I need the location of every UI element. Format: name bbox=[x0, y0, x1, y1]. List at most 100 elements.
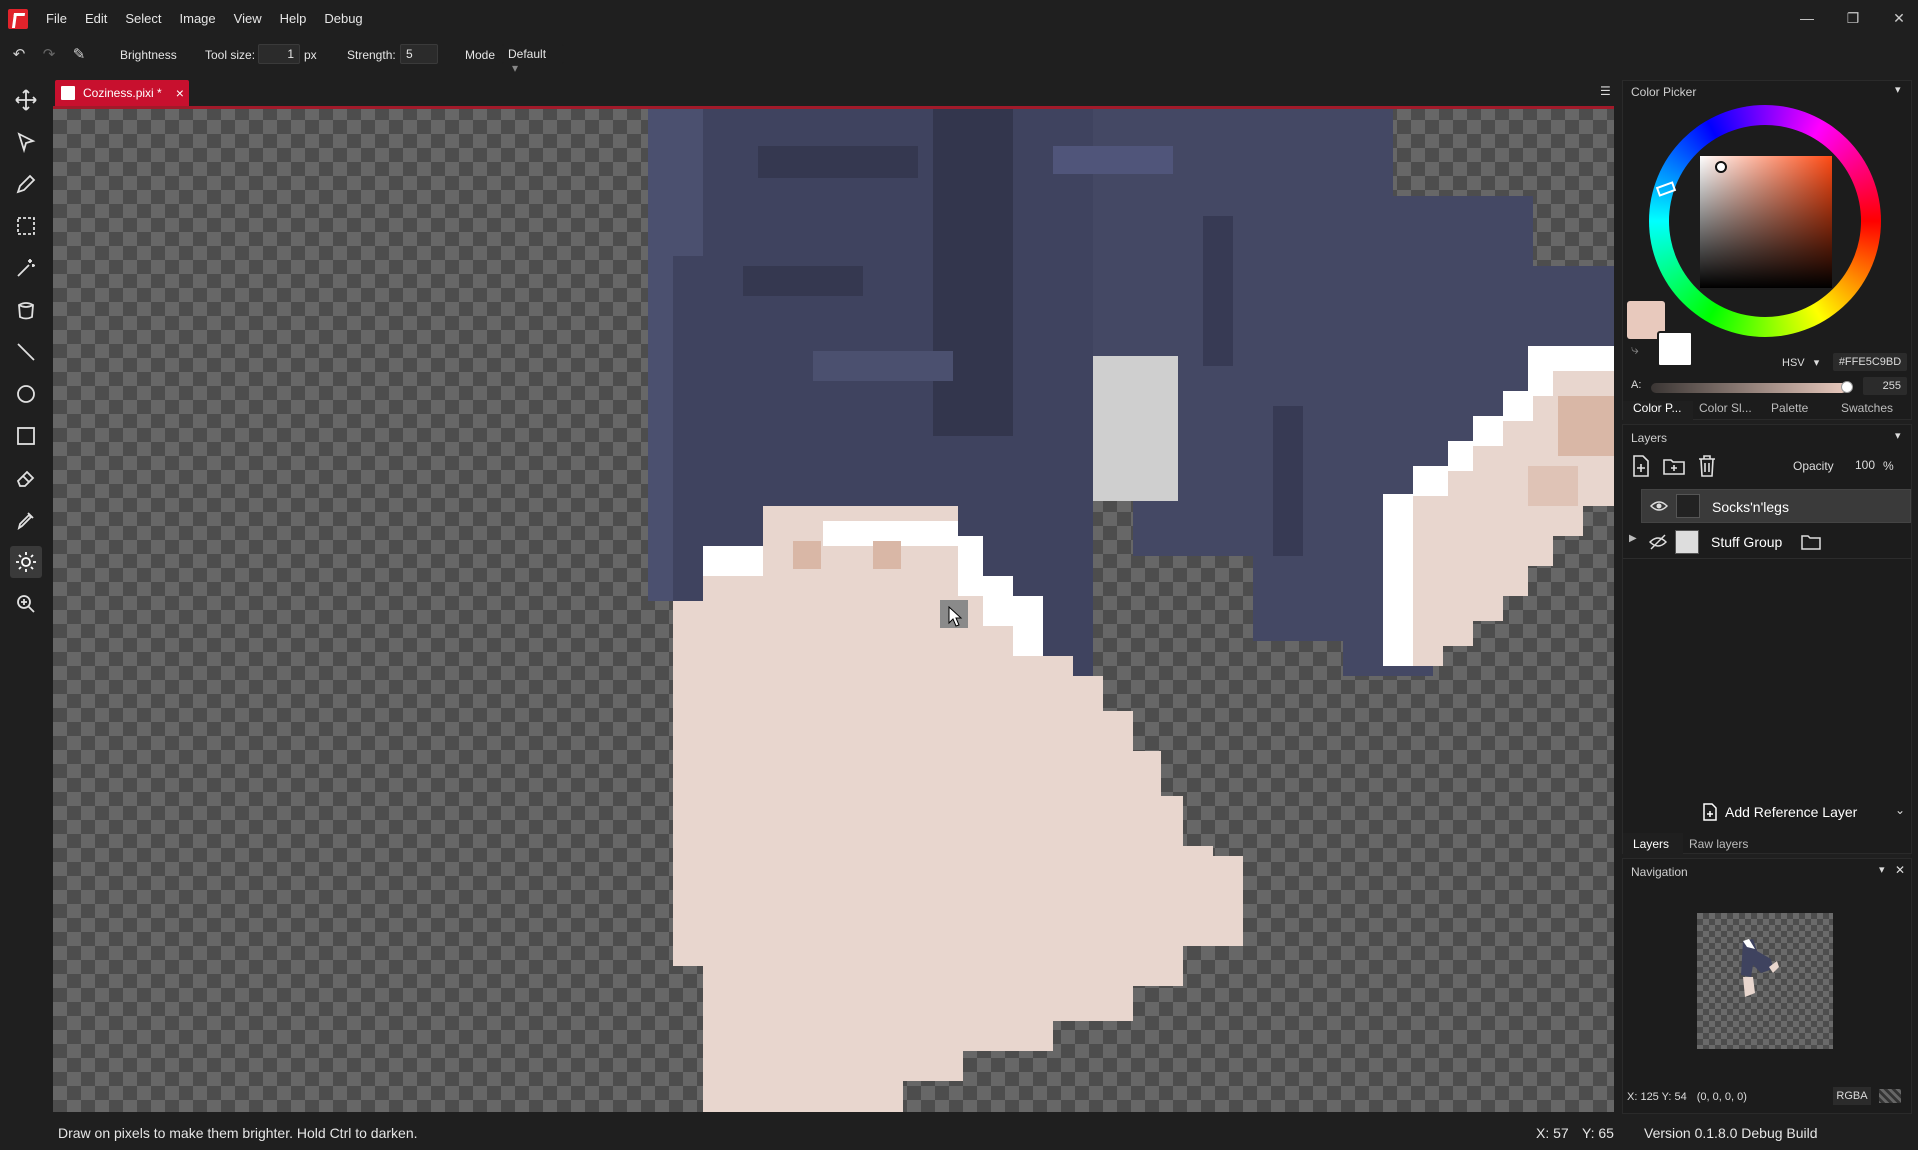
select-arrow-icon bbox=[17, 132, 36, 154]
tab-swatches[interactable]: Swatches bbox=[1835, 401, 1905, 421]
panel-menu-icon[interactable]: ▾ bbox=[1879, 863, 1885, 876]
menu-help[interactable]: Help bbox=[280, 11, 307, 26]
document-tab-strip bbox=[52, 78, 1614, 106]
color-picker-tool[interactable] bbox=[10, 504, 42, 536]
tool-size-input[interactable]: 1 bbox=[258, 44, 300, 64]
menu-image[interactable]: Image bbox=[180, 11, 216, 26]
delete-layer-icon[interactable] bbox=[1697, 455, 1717, 477]
sv-handle[interactable] bbox=[1715, 161, 1727, 173]
rectangle-select-tool[interactable] bbox=[10, 210, 42, 242]
redo-icon[interactable]: ↷ bbox=[40, 46, 58, 64]
ellipse-tool[interactable] bbox=[10, 378, 42, 410]
color-model-value: HSV bbox=[1782, 357, 1805, 369]
tool-name: Brightness bbox=[120, 48, 177, 62]
tab-layers[interactable]: Layers bbox=[1623, 833, 1683, 855]
menu-debug[interactable]: Debug bbox=[324, 11, 362, 26]
edit-icon[interactable]: ✎ bbox=[70, 46, 88, 64]
layers-title: Layers bbox=[1631, 431, 1668, 445]
tool-rail bbox=[0, 80, 52, 1120]
menu-file[interactable]: File bbox=[46, 11, 67, 26]
transparency-toggle-icon[interactable] bbox=[1879, 1089, 1901, 1103]
expand-arrow-icon[interactable]: ▶ bbox=[1629, 533, 1637, 544]
close-window-button[interactable]: ✕ bbox=[1884, 8, 1914, 28]
panel-menu-icon[interactable]: ▾ bbox=[1895, 83, 1901, 96]
eraser-icon bbox=[16, 470, 35, 487]
line-tool[interactable] bbox=[10, 336, 42, 368]
title-bar: File Edit Select Image View Help Debug —… bbox=[0, 0, 1918, 38]
layer-row-socks[interactable]: Socks'n'legs bbox=[1641, 489, 1911, 523]
eye-icon[interactable] bbox=[1650, 499, 1668, 513]
chevron-down-icon[interactable]: ⌄ bbox=[1895, 803, 1905, 817]
alpha-slider-handle[interactable] bbox=[1841, 381, 1853, 393]
brightness-tool[interactable] bbox=[10, 546, 42, 578]
color-model-dropdown[interactable]: HSV ▾ bbox=[1782, 356, 1819, 369]
zoom-tool[interactable] bbox=[10, 588, 42, 620]
nav-coordinate-readout: X: 125 Y: 54 bbox=[1627, 1091, 1687, 1103]
status-cursor-y: Y: 65 bbox=[1582, 1125, 1614, 1141]
move-tool[interactable] bbox=[10, 84, 42, 116]
canvas-viewport[interactable] bbox=[53, 106, 1614, 1112]
swap-colors-icon[interactable]: ⤷ bbox=[1631, 341, 1639, 358]
rectangle-icon bbox=[17, 427, 35, 445]
strength-input[interactable]: 5 bbox=[400, 44, 438, 64]
eraser-tool[interactable] bbox=[10, 462, 42, 494]
color-picker-title: Color Picker bbox=[1631, 85, 1697, 99]
layer-name: Stuff Group bbox=[1711, 534, 1783, 550]
layer-thumbnail bbox=[1675, 530, 1699, 554]
add-file-icon bbox=[1703, 803, 1717, 821]
menu-view[interactable]: View bbox=[234, 11, 262, 26]
magic-wand-tool[interactable] bbox=[10, 252, 42, 284]
color-picker-panel: Color Picker ▾ ⤷ HSV ▾ #FFE5C9BD A: 255 … bbox=[1622, 80, 1912, 421]
fill-tool[interactable] bbox=[10, 294, 42, 326]
tool-size-label: Tool size: bbox=[205, 48, 256, 62]
hex-input[interactable]: #FFE5C9BD bbox=[1833, 353, 1907, 371]
opacity-input[interactable]: 100 bbox=[1839, 455, 1875, 475]
select-tool[interactable] bbox=[10, 126, 42, 158]
ellipse-icon bbox=[17, 385, 35, 403]
preview-artwork bbox=[1741, 939, 1779, 997]
move-icon bbox=[15, 89, 37, 111]
alpha-slider[interactable] bbox=[1651, 383, 1847, 393]
restore-button[interactable]: ❐ bbox=[1838, 8, 1868, 28]
app-logo-icon bbox=[8, 9, 28, 29]
tab-color-sliders[interactable]: Color Sl... bbox=[1693, 401, 1765, 421]
folder-icon bbox=[1801, 535, 1821, 550]
new-folder-icon[interactable] bbox=[1663, 457, 1685, 475]
new-layer-icon[interactable] bbox=[1631, 455, 1651, 477]
eye-hidden-icon[interactable] bbox=[1649, 534, 1667, 550]
mode-dropdown[interactable]: Default ▾ bbox=[502, 44, 564, 75]
tab-color-picker[interactable]: Color P... bbox=[1623, 401, 1693, 421]
line-icon bbox=[17, 343, 35, 361]
strength-label: Strength: bbox=[347, 48, 396, 62]
rectangle-tool[interactable] bbox=[10, 420, 42, 452]
undo-icon[interactable]: ↶ bbox=[10, 46, 28, 64]
zoom-icon bbox=[17, 595, 35, 613]
tab-palette[interactable]: Palette bbox=[1765, 401, 1835, 421]
tab-menu-icon[interactable]: ☰ bbox=[1600, 84, 1611, 98]
navigation-title: Navigation bbox=[1631, 865, 1688, 879]
color-picker-icon bbox=[17, 512, 34, 531]
tab-raw-layers[interactable]: Raw layers bbox=[1689, 837, 1748, 851]
secondary-color-swatch[interactable] bbox=[1657, 331, 1693, 367]
add-reference-layer-button[interactable]: Add Reference Layer bbox=[1703, 803, 1857, 821]
pen-tool[interactable] bbox=[10, 168, 42, 200]
tool-options-bar: ↶ ↷ ✎ Brightness Tool size: 1 px Strengt… bbox=[0, 38, 1918, 75]
menu-select[interactable]: Select bbox=[125, 11, 161, 26]
close-tab-button[interactable]: × bbox=[176, 85, 184, 101]
close-panel-icon[interactable]: ✕ bbox=[1895, 863, 1905, 877]
saturation-value-square[interactable] bbox=[1700, 156, 1832, 288]
navigation-preview[interactable] bbox=[1697, 913, 1833, 1049]
minimize-button[interactable]: — bbox=[1792, 8, 1822, 28]
alpha-input[interactable]: 255 bbox=[1863, 377, 1907, 395]
panel-menu-icon[interactable]: ▾ bbox=[1895, 429, 1901, 442]
mouse-pointer-icon bbox=[948, 606, 963, 627]
tool-size-unit: px bbox=[304, 48, 317, 62]
pen-icon bbox=[16, 174, 36, 194]
channel-dropdown[interactable]: RGBA bbox=[1833, 1087, 1871, 1105]
menu-edit[interactable]: Edit bbox=[85, 11, 107, 26]
document-tab[interactable]: Coziness.pixi * × bbox=[55, 80, 189, 106]
layer-row-stuff-group[interactable]: ▶ Stuff Group bbox=[1623, 525, 1911, 559]
chevron-down-icon: ▾ bbox=[1813, 357, 1820, 369]
layer-thumbnail bbox=[1676, 494, 1700, 518]
add-reference-label: Add Reference Layer bbox=[1725, 804, 1858, 820]
